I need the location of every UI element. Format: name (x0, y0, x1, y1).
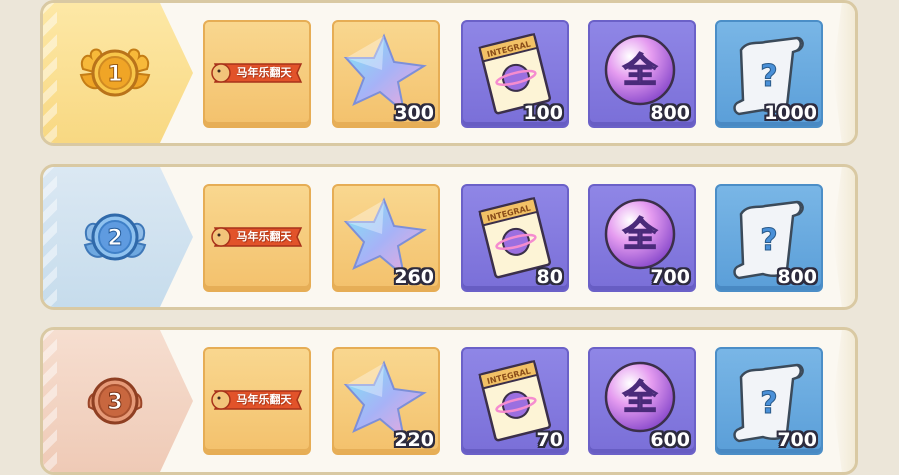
item-count: 260 (394, 266, 434, 288)
orb-char: 全 (622, 51, 658, 91)
mystery-scroll-item[interactable]: ? 1000 (715, 20, 823, 128)
rank-number: 2 (107, 226, 122, 251)
banner-text: 马年乐翻天 (236, 66, 292, 79)
crystal-star-item[interactable]: 300 (332, 20, 440, 128)
item-count: 100 (523, 102, 563, 124)
item-count: 800 (777, 266, 817, 288)
item-count: 220 (394, 429, 434, 451)
event-banner-item[interactable]: 马年乐翻天 (203, 347, 311, 455)
integral-ticket-item[interactable]: INTEGRAL 100 (461, 20, 569, 128)
item-count: 600 (650, 429, 690, 451)
bronze-medal-icon: 3 (87, 377, 143, 425)
banner-text: 马年乐翻天 (236, 230, 292, 243)
item-count: 70 (536, 429, 563, 451)
reward-row-2: 2 马年乐翻天 260 INTEGRAL 80 全 700 ? 800 (40, 164, 858, 310)
event-banner-item[interactable]: 马年乐翻天 (203, 184, 311, 292)
integral-ticket-item[interactable]: INTEGRAL 80 (461, 184, 569, 292)
item-count: 700 (650, 266, 690, 288)
rank-number: 3 (107, 390, 122, 415)
banner-text: 马年乐翻天 (236, 393, 292, 406)
scroll-char: ? (760, 386, 777, 421)
rank-number: 1 (107, 62, 122, 87)
silver-medal-icon: 2 (83, 213, 147, 261)
item-count: 300 (394, 102, 434, 124)
full-orb-item[interactable]: 全 700 (588, 184, 696, 292)
gold-medal-icon: 1 (79, 48, 151, 97)
crystal-star-item[interactable]: 220 (332, 347, 440, 455)
item-count: 700 (777, 429, 817, 451)
orb-char: 全 (622, 378, 658, 418)
reward-row-3: 3 马年乐翻天 220 INTEGRAL 70 全 600 ? 700 (40, 327, 858, 475)
scroll-char: ? (760, 59, 777, 94)
integral-ticket-item[interactable]: INTEGRAL 70 (461, 347, 569, 455)
scroll-char: ? (760, 223, 777, 258)
full-orb-item[interactable]: 全 800 (588, 20, 696, 128)
event-banner-item[interactable]: 马年乐翻天 (203, 20, 311, 128)
full-orb-item[interactable]: 全 600 (588, 347, 696, 455)
item-count: 800 (650, 102, 690, 124)
mystery-scroll-item[interactable]: ? 700 (715, 347, 823, 455)
crystal-star-item[interactable]: 260 (332, 184, 440, 292)
item-count: 1000 (764, 102, 817, 124)
orb-char: 全 (622, 215, 658, 255)
mystery-scroll-item[interactable]: ? 800 (715, 184, 823, 292)
reward-row-1: 1 马年乐翻天 300 INTEGRAL 100 全 800 ? 1000 (40, 0, 858, 146)
item-count: 80 (536, 266, 563, 288)
